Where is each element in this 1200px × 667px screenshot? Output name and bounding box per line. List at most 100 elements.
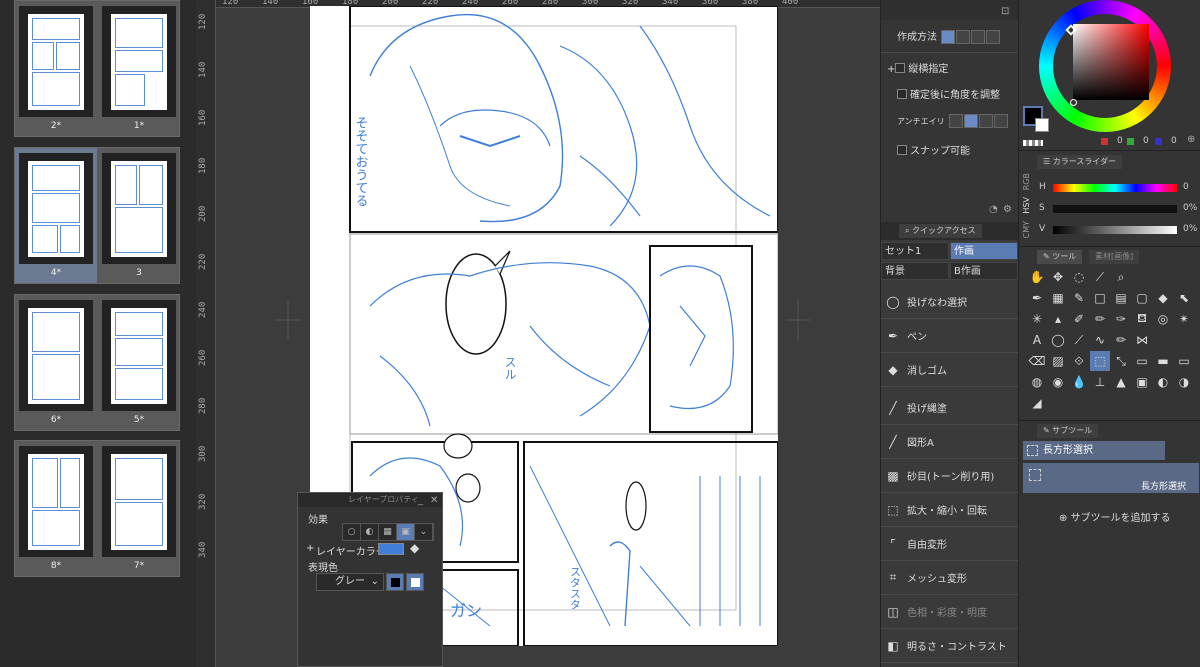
subtool-item-rect-select[interactable]: 長方形選択 <box>1023 463 1199 493</box>
page-thumb-2[interactable]: 2* <box>15 1 97 136</box>
expression-color-select[interactable]: グレー ⌄ <box>316 573 384 591</box>
star-icon[interactable]: ✴ <box>1174 309 1194 329</box>
qa-item-lasso[interactable]: ◯ 投げなわ選択 <box>881 285 1019 319</box>
sub-color-chip[interactable] <box>406 573 424 591</box>
mode-tab-cmy[interactable]: CMY <box>1022 221 1031 238</box>
text-icon[interactable]: A <box>1027 330 1047 350</box>
page-spread-1-2[interactable]: 2* 1* <box>14 0 180 137</box>
sparkle-icon[interactable]: ✳ <box>1027 309 1047 329</box>
page-spread-5-6[interactable]: 6* 5* <box>14 294 180 431</box>
qa-item-lasso-fill[interactable]: ╱ 投げ縄塗 <box>881 391 1019 425</box>
qa-item-contrast[interactable]: ◧ 明るさ・コントラスト <box>881 629 1019 663</box>
antialias-weak-icon[interactable] <box>963 114 978 128</box>
frame-icon[interactable]: ▢ <box>1132 288 1152 308</box>
page-spread-7-8[interactable]: 8* 7* <box>14 440 180 577</box>
water-icon[interactable]: 💧 <box>1069 372 1089 392</box>
quick-access-tab[interactable]: ⌕ クイックアクセス <box>899 224 982 238</box>
lock-icon[interactable]: ⊡ <box>1001 6 1009 17</box>
qa-item-sand[interactable]: ▩ 砂目(トーン削り用) <box>881 459 1019 493</box>
pen-icon[interactable]: ✒ <box>1027 288 1047 308</box>
effect-border-icon[interactable]: ○ <box>343 524 361 540</box>
fill-bucket-icon[interactable]: ◆ <box>410 541 419 555</box>
layer-property-titlebar[interactable]: レイヤープロパティ _ ✕ <box>298 493 442 507</box>
fill-bucket-icon[interactable]: ▲ <box>1111 372 1131 392</box>
intersect-selection-icon[interactable] <box>986 30 1001 44</box>
snap-row[interactable]: スナップ可能 <box>897 142 970 157</box>
hand-icon[interactable]: ✋ <box>1027 267 1047 287</box>
qa-item-shape[interactable]: ╱ 図形A <box>881 425 1019 459</box>
quick-set-2[interactable]: 作画 <box>950 242 1018 260</box>
blur-icon[interactable]: ◐ <box>1153 372 1173 392</box>
qa-item-mesh[interactable]: ⌗ メッシュ変形 <box>881 561 1019 595</box>
antialias-strong-icon[interactable] <box>993 114 1008 128</box>
color-mix-icon[interactable]: ◑ <box>1174 372 1194 392</box>
pencil-icon[interactable]: ✏ <box>1090 309 1110 329</box>
qa-item-free-transform[interactable]: ⌜ 自由変形 <box>881 527 1019 561</box>
drop-icon[interactable]: ◉ <box>1048 372 1068 392</box>
triangle-ruler-icon[interactable]: ◢ <box>1027 393 1047 413</box>
subtool-tab[interactable]: ✎ サブツール <box>1037 424 1099 438</box>
wrench-icon[interactable]: ⚙ <box>1003 204 1012 215</box>
gradient-icon[interactable]: ▤ <box>1111 288 1131 308</box>
page-thumb-6[interactable]: 6* <box>15 295 97 430</box>
smudge-icon[interactable]: ⊥ <box>1090 372 1110 392</box>
layer-color-swatch[interactable] <box>378 543 404 555</box>
auto-select-icon[interactable]: ⤡ <box>1111 351 1131 371</box>
color-picker-icon[interactable]: ⊕ <box>1187 134 1195 145</box>
view-icon[interactable]: ▬ <box>1153 351 1173 371</box>
tone-icon[interactable]: ▨ <box>1048 351 1068 371</box>
chevron-down-icon[interactable]: ⌄ <box>415 524 433 540</box>
saturation-slider[interactable] <box>1053 205 1177 213</box>
sv-handle[interactable] <box>1070 99 1077 106</box>
object-select-icon[interactable]: ⬉ <box>1174 288 1194 308</box>
qa-item-eraser[interactable]: ◆ 消しゴム <box>881 353 1019 387</box>
page-thumb-7[interactable]: 7* <box>98 441 180 576</box>
ruler-icon[interactable]: ⟋ <box>1069 330 1089 350</box>
quick-set-4[interactable]: B作画 <box>950 262 1018 280</box>
saturation-value-square[interactable] <box>1073 24 1149 100</box>
quick-set-1[interactable]: セット1 <box>881 242 949 260</box>
eraser-icon[interactable]: ◆ <box>1153 288 1173 308</box>
quick-set-3[interactable]: 背景 <box>881 262 949 280</box>
vector-icon[interactable]: ⋈ <box>1132 330 1152 350</box>
page-thumb-4[interactable]: 4* <box>15 148 97 283</box>
expand-icon[interactable]: + <box>306 543 314 554</box>
lasso-select-icon[interactable]: ◌ <box>1069 267 1089 287</box>
new-selection-icon[interactable] <box>941 30 956 44</box>
bucket-icon[interactable]: ⛾ <box>1132 309 1152 329</box>
curve-icon[interactable]: ∿ <box>1090 330 1110 350</box>
balloon-icon[interactable]: ◯ <box>1048 330 1068 350</box>
rectangle-icon[interactable]: □ <box>1090 288 1110 308</box>
subtract-selection-icon[interactable] <box>971 30 986 44</box>
color-slider-tab[interactable]: ☰ カラースライダー <box>1037 155 1122 169</box>
hue-slider[interactable] <box>1053 184 1177 192</box>
blend-icon[interactable]: ⟐ <box>1069 351 1089 371</box>
page-thumb-3[interactable]: 3 <box>98 148 180 283</box>
page-spread-3-4[interactable]: 4* 3 <box>14 147 180 284</box>
rect-select-icon[interactable]: ⬚ <box>1090 351 1110 371</box>
hue-ring[interactable] <box>1039 0 1171 132</box>
airbrush-icon[interactable]: ✑ <box>1111 309 1131 329</box>
transparent-color-swatch[interactable] <box>1023 140 1043 146</box>
ruler-left[interactable]: 120 140 160 180 200 220 240 260 280 300 … <box>196 0 216 667</box>
sub-color-swatch[interactable] <box>1035 118 1049 132</box>
fill-icon[interactable]: ▴ <box>1048 309 1068 329</box>
angle-row[interactable]: 確定後に角度を調整 <box>897 86 1000 101</box>
effect-tone-icon[interactable]: ◐ <box>361 524 379 540</box>
eyedropper-icon[interactable]: ⟋ <box>1090 267 1110 287</box>
swirl-icon[interactable]: ◎ <box>1153 309 1173 329</box>
swatch-icon[interactable]: ▣ <box>1132 372 1152 392</box>
antialias-medium-icon[interactable] <box>978 114 993 128</box>
brush-tool-icon[interactable]: ✎ <box>1069 288 1089 308</box>
effect-texture-icon[interactable]: ▦ <box>379 524 397 540</box>
angle-checkbox[interactable] <box>897 89 907 99</box>
magnifier-icon[interactable]: ⌕ <box>1111 267 1131 287</box>
expand-icon[interactable]: + <box>887 64 895 75</box>
mask-icon[interactable]: ▭ <box>1174 351 1194 371</box>
add-selection-icon[interactable] <box>956 30 971 44</box>
snap-checkbox[interactable] <box>897 145 907 155</box>
qa-item-hsl[interactable]: ◫ 色相・彩度・明度 <box>881 595 1019 629</box>
mode-tab-hsv[interactable]: HSV <box>1022 197 1031 214</box>
panel-cut-icon[interactable]: ▭ <box>1132 351 1152 371</box>
reset-icon[interactable]: ◔ <box>989 204 998 215</box>
